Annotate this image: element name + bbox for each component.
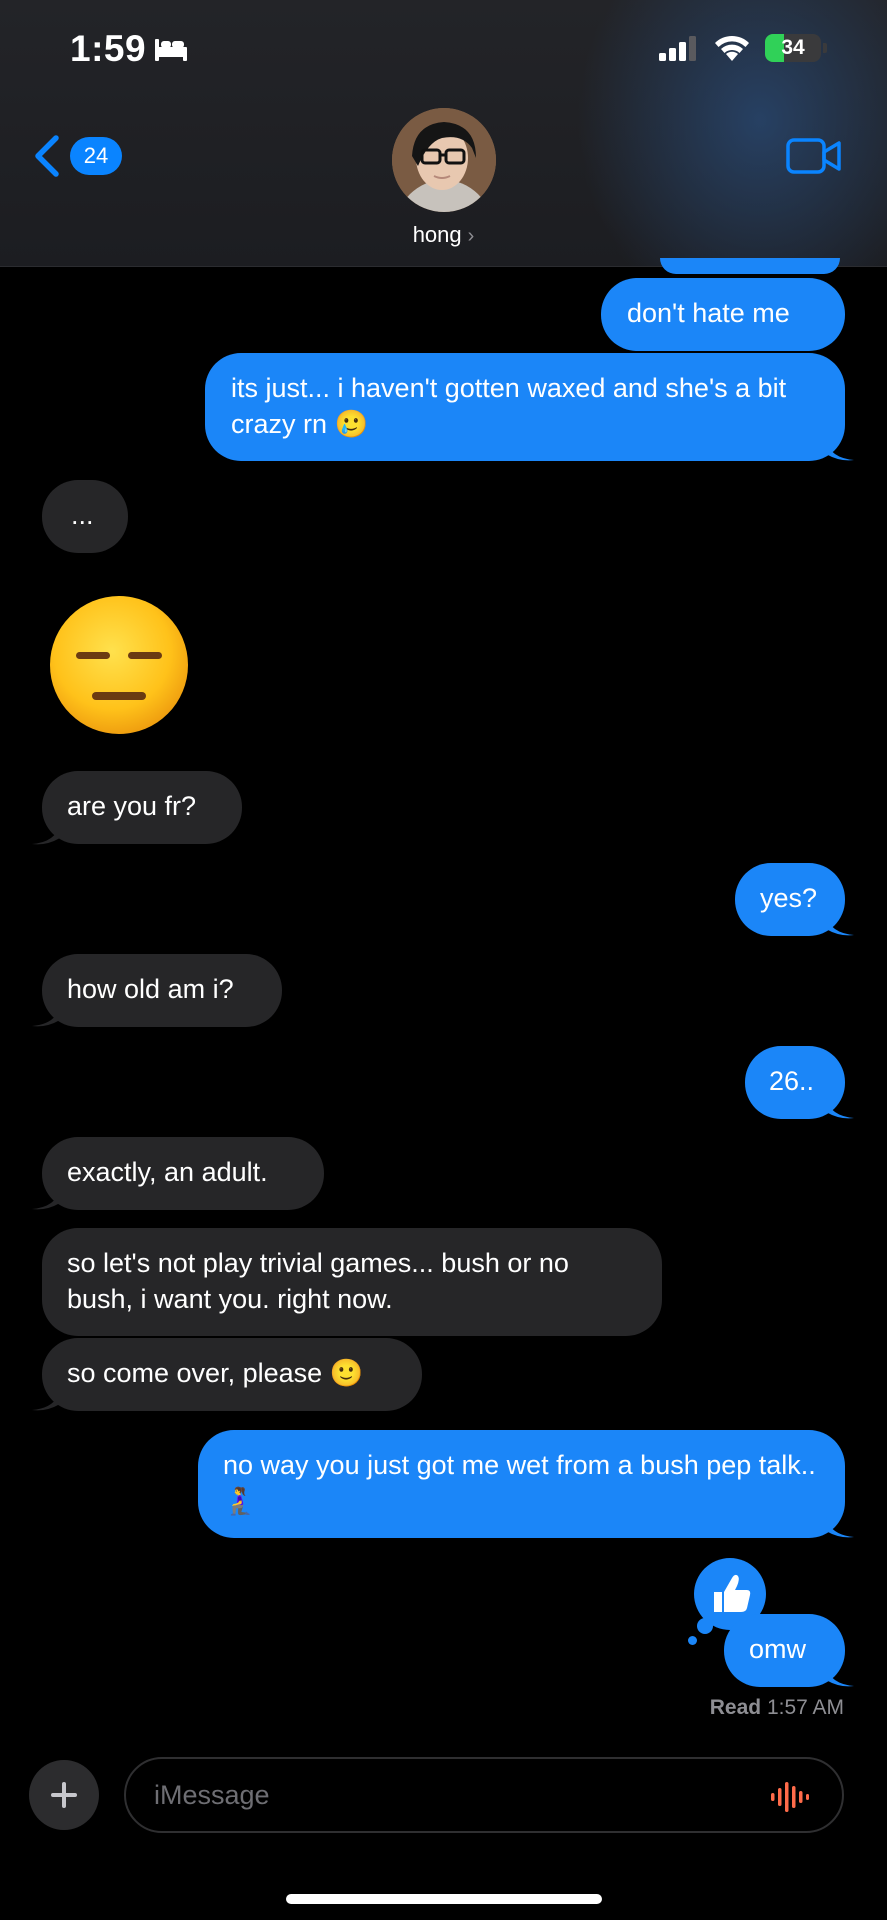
message-text: its just... i haven't gotten waxed and s… [231, 373, 787, 439]
contact-avatar[interactable] [392, 108, 496, 212]
read-receipt: Read 1:57 AM [710, 1696, 844, 1720]
message-text: so come over, please 🙂 [67, 1358, 364, 1388]
message-bubble-incoming[interactable]: so come over, please 🙂 [42, 1338, 422, 1411]
message-input[interactable] [152, 1778, 736, 1812]
sleep-focus-icon [155, 39, 187, 61]
bubble-tail [826, 1098, 854, 1119]
plus-icon [51, 1782, 77, 1808]
conversation-header: 1:59 34 24 hong › [0, 0, 887, 267]
status-icons: 34 [659, 34, 827, 62]
message-bubble-incoming[interactable]: exactly, an adult. [42, 1137, 324, 1210]
bubble-tail [32, 1006, 60, 1027]
message-bubble-incoming[interactable]: ... [42, 480, 128, 553]
message-bubble-outgoing[interactable]: don't hate me [601, 278, 845, 351]
message-text: ... [71, 500, 94, 530]
message-text: no way you just got me wet from a bush p… [223, 1450, 816, 1516]
bubble-tail [32, 1390, 60, 1411]
status-time: 1:59 [70, 28, 147, 69]
avatar-photo-icon [392, 108, 496, 212]
wifi-icon [715, 35, 749, 61]
message-text: are you fr? [67, 791, 197, 821]
message-bubble-outgoing[interactable]: no way you just got me wet from a bush p… [198, 1430, 845, 1538]
contact-name[interactable]: hong › [0, 222, 887, 248]
bubble-tail [32, 824, 60, 845]
battery-percent: 34 [781, 36, 805, 59]
audio-message-icon[interactable] [770, 1781, 810, 1813]
read-time: 1:57 AM [766, 1696, 844, 1719]
message-bubble-outgoing[interactable]: its just... i haven't gotten waxed and s… [205, 353, 845, 461]
bubble-tail [32, 1189, 60, 1210]
bubble-tail [826, 440, 854, 461]
bubble-tail [826, 1666, 854, 1687]
tapback-dot-large [697, 1618, 713, 1634]
message-text: so let's not play trivial games... bush … [67, 1248, 569, 1314]
unread-count-badge[interactable]: 24 [70, 137, 122, 175]
message-bubble-previous [660, 258, 840, 274]
apps-plus-button[interactable] [29, 1760, 99, 1830]
battery-indicator: 34 [765, 34, 821, 62]
contact-name-label: hong [412, 222, 462, 247]
message-bubble-incoming[interactable]: so let's not play trivial games... bush … [42, 1228, 662, 1336]
tapback-dot-small [688, 1636, 697, 1645]
battery-cap [823, 43, 827, 53]
bubble-tail [826, 915, 854, 936]
bubble-tail [826, 1517, 854, 1538]
cellular-signal-icon [659, 36, 696, 61]
message-text: don't hate me [627, 298, 790, 328]
chevron-right-icon: › [467, 225, 475, 247]
message-text: yes? [760, 883, 818, 913]
back-chevron-icon[interactable] [32, 134, 62, 178]
message-text: omw [749, 1634, 807, 1664]
message-input-container[interactable] [124, 1757, 844, 1833]
message-text: exactly, an adult. [67, 1157, 268, 1187]
expressionless-face-icon[interactable] [48, 594, 190, 736]
read-label: Read [709, 1696, 762, 1719]
facetime-video-icon[interactable] [786, 136, 842, 176]
home-indicator[interactable] [286, 1894, 602, 1904]
message-bubble-incoming[interactable]: are you fr? [42, 771, 242, 844]
message-text: how old am i? [67, 974, 234, 1004]
message-bubble-incoming[interactable]: how old am i? [42, 954, 282, 1027]
message-text: 26.. [769, 1066, 815, 1096]
